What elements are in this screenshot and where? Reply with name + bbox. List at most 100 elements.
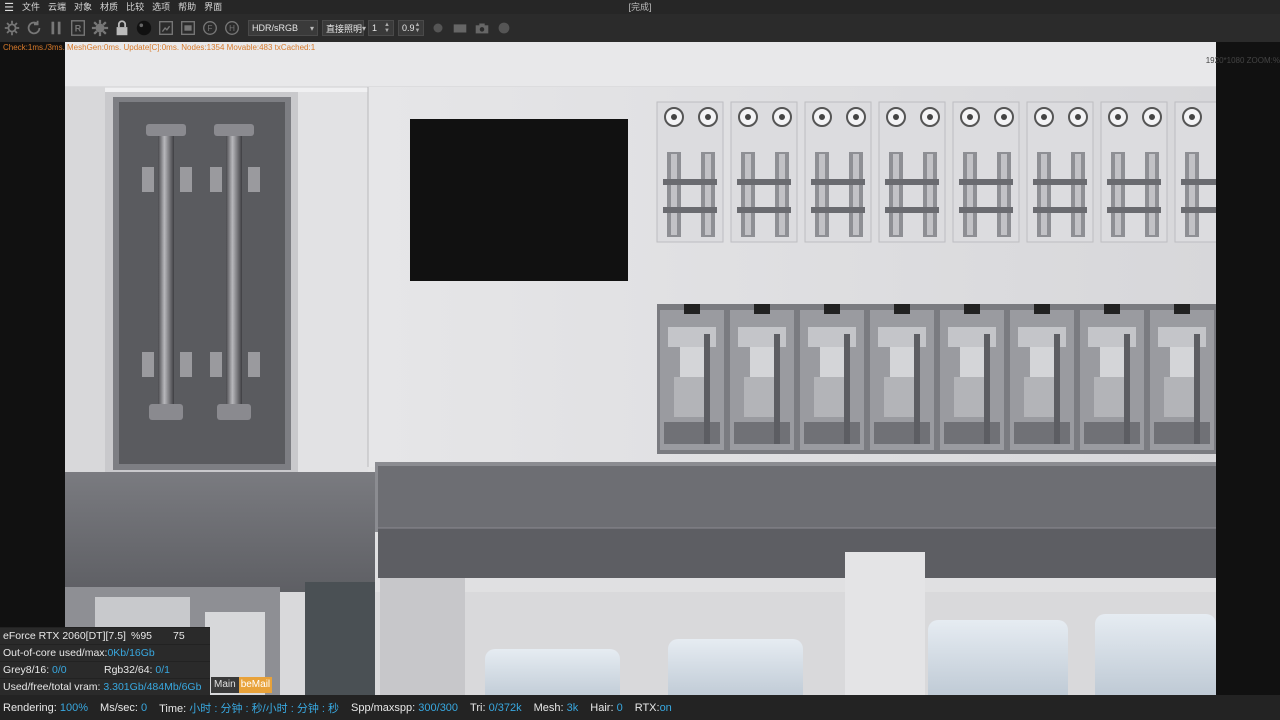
svg-text:F: F <box>208 24 213 33</box>
texture-row: Grey8/16: 0/0 Rgb32/64: 0/1 <box>0 661 210 678</box>
valve-unit <box>1150 304 1214 450</box>
valve-unit <box>730 304 794 450</box>
refresh-icon[interactable] <box>24 18 44 38</box>
tag-main[interactable]: Main <box>211 677 239 693</box>
valve-unit <box>940 304 1004 450</box>
vram-value: 3.301Gb/484Mb/6Gb <box>103 681 202 693</box>
render-region-icon[interactable] <box>156 18 176 38</box>
rgb-value: 0/1 <box>155 664 170 676</box>
hair-value: 0 <box>616 701 623 714</box>
spin-value-1: 1 <box>372 23 378 33</box>
sphere-icon[interactable] <box>134 18 154 38</box>
spp-label: Spp/maxspp: <box>351 701 416 714</box>
chevron-down-icon: ▾ <box>309 23 314 33</box>
pump-unit <box>878 101 946 243</box>
picker-icon[interactable]: H <box>222 18 242 38</box>
menu-cloud[interactable]: 云端 <box>44 0 70 14</box>
rtx-status: RTX:on <box>635 702 672 714</box>
r-box-icon[interactable]: R <box>68 18 88 38</box>
viewport-margin-left <box>0 42 65 695</box>
rendering-label: Rendering: <box>3 701 57 714</box>
menu-material[interactable]: 材质 <box>96 0 122 14</box>
ooc-value: 0Kb/16Gb <box>107 647 155 659</box>
menu-object[interactable]: 对象 <box>70 0 96 14</box>
vram-label: Used/free/total vram: <box>3 681 101 693</box>
out-of-core-row: Out-of-core used/max:0Kb/16Gb <box>0 644 210 661</box>
rtx-label: RTX: <box>634 701 660 714</box>
stepper-arrows-icon[interactable]: ▲ ▼ <box>384 22 390 34</box>
lock-icon[interactable] <box>112 18 132 38</box>
spin-input-2[interactable]: 0.9 ▲ ▼ <box>398 20 424 36</box>
hair-label: Hair: <box>590 701 614 714</box>
grey-label: Grey8/16: <box>3 664 50 676</box>
mesh-value: 3k <box>566 701 579 714</box>
focus-icon[interactable]: F <box>200 18 220 38</box>
chevron-down-icon: ▾ <box>362 23 367 33</box>
time-status: Time: 小时 : 分钟 : 秒/小时 : 分钟 : 秒 <box>159 700 339 716</box>
time-label: Time: <box>159 702 187 715</box>
stepper-arrows-icon[interactable]: ▲ ▼ <box>415 22 421 34</box>
pump-array <box>656 101 1216 243</box>
valve-unit <box>800 304 864 450</box>
time-value: 小时 : 分钟 : 秒/小时 : 分钟 : 秒 <box>189 702 340 715</box>
pump-unit <box>952 101 1020 243</box>
screen-icon[interactable] <box>450 18 470 38</box>
ms-label: Ms/sec: <box>100 701 138 714</box>
zoom-readout: 1920*1080 ZOOM:% <box>1205 56 1280 65</box>
spin-value-2: 0.9 <box>402 23 415 33</box>
menu-file[interactable]: 文件 <box>18 0 44 14</box>
toolbar: R F H HDR/sRGB ▾ 直接照明 ▾ 1 ▲ ▼ 0.9 ▲ ▼ <box>0 14 1280 42</box>
menu-interface[interactable]: 界面 <box>200 0 226 14</box>
render-info-line: Check:1ms./3ms. MeshGen:0ms. Update[C]:0… <box>3 43 316 52</box>
svg-text:R: R <box>75 24 82 34</box>
ms-value: 0 <box>141 701 148 714</box>
valve-unit <box>660 304 724 450</box>
stats-panel: eForce RTX 2060[DT][7.5] %95 75 Out-of-c… <box>0 627 210 695</box>
dot-icon[interactable] <box>428 18 448 38</box>
tri-label: Tri: <box>470 701 486 714</box>
pump-unit <box>1100 101 1168 243</box>
spp-status: Spp/maxspp: 300/300 <box>351 702 458 714</box>
valve-unit <box>1080 304 1144 450</box>
rgb-group: Rgb32/64: 0/1 <box>104 662 170 678</box>
hamburger-menu-icon[interactable]: ☰ <box>0 0 18 14</box>
mesh-label: Mesh: <box>533 701 564 714</box>
viewport-margin-right <box>1216 42 1280 695</box>
pump-unit <box>656 101 724 243</box>
gpu-usage: %95 <box>131 630 153 642</box>
ooc-label: Out-of-core used/max: <box>3 647 108 659</box>
kernel-select[interactable]: 直接照明 ▾ <box>322 20 367 36</box>
render-viewport[interactable] <box>65 42 1216 695</box>
valve-unit <box>870 304 934 450</box>
settings-cog-icon[interactable] <box>2 18 22 38</box>
rtx-value: on <box>659 701 672 714</box>
grey-value: 0/0 <box>52 664 67 676</box>
kernel-value: 直接照明 <box>326 23 363 34</box>
menu-help[interactable]: 帮助 <box>174 0 200 14</box>
menu-options[interactable]: 选项 <box>148 0 174 14</box>
pump-unit <box>1174 101 1216 243</box>
sphere-small-icon[interactable] <box>494 18 514 38</box>
pump-unit <box>730 101 798 243</box>
valve-unit <box>1010 304 1074 450</box>
tri-value: 0/372k <box>488 701 522 714</box>
mesh-status: Mesh: 3k <box>534 702 579 714</box>
tag-box: Main beMail <box>211 677 273 693</box>
rgb-label: Rgb32/64: <box>104 664 153 676</box>
gpu-row: eForce RTX 2060[DT][7.5] %95 75 <box>0 627 210 644</box>
gear-icon[interactable] <box>90 18 110 38</box>
render-image <box>65 42 1216 695</box>
display-mode-select[interactable]: HDR/sRGB ▾ <box>248 20 318 36</box>
camera-icon[interactable] <box>472 18 492 38</box>
gpu-name: eForce RTX 2060[DT][7.5] <box>3 630 126 642</box>
menu-bar: ☰ 文件 云端 对象 材质 比较 选项 帮助 界面 [完成] <box>0 0 1280 14</box>
rendering-value: 100% <box>59 701 89 714</box>
pump-unit <box>804 101 872 243</box>
gpu-temp: 75 <box>173 630 185 642</box>
spin-input-1[interactable]: 1 ▲ ▼ <box>368 20 394 36</box>
film-icon[interactable] <box>178 18 198 38</box>
vram-row: Used/free/total vram: 3.301Gb/484Mb/6Gb <box>0 678 210 695</box>
pause-icon[interactable] <box>46 18 66 38</box>
menu-compare[interactable]: 比较 <box>122 0 148 14</box>
tag-mail[interactable]: beMail <box>238 677 273 693</box>
